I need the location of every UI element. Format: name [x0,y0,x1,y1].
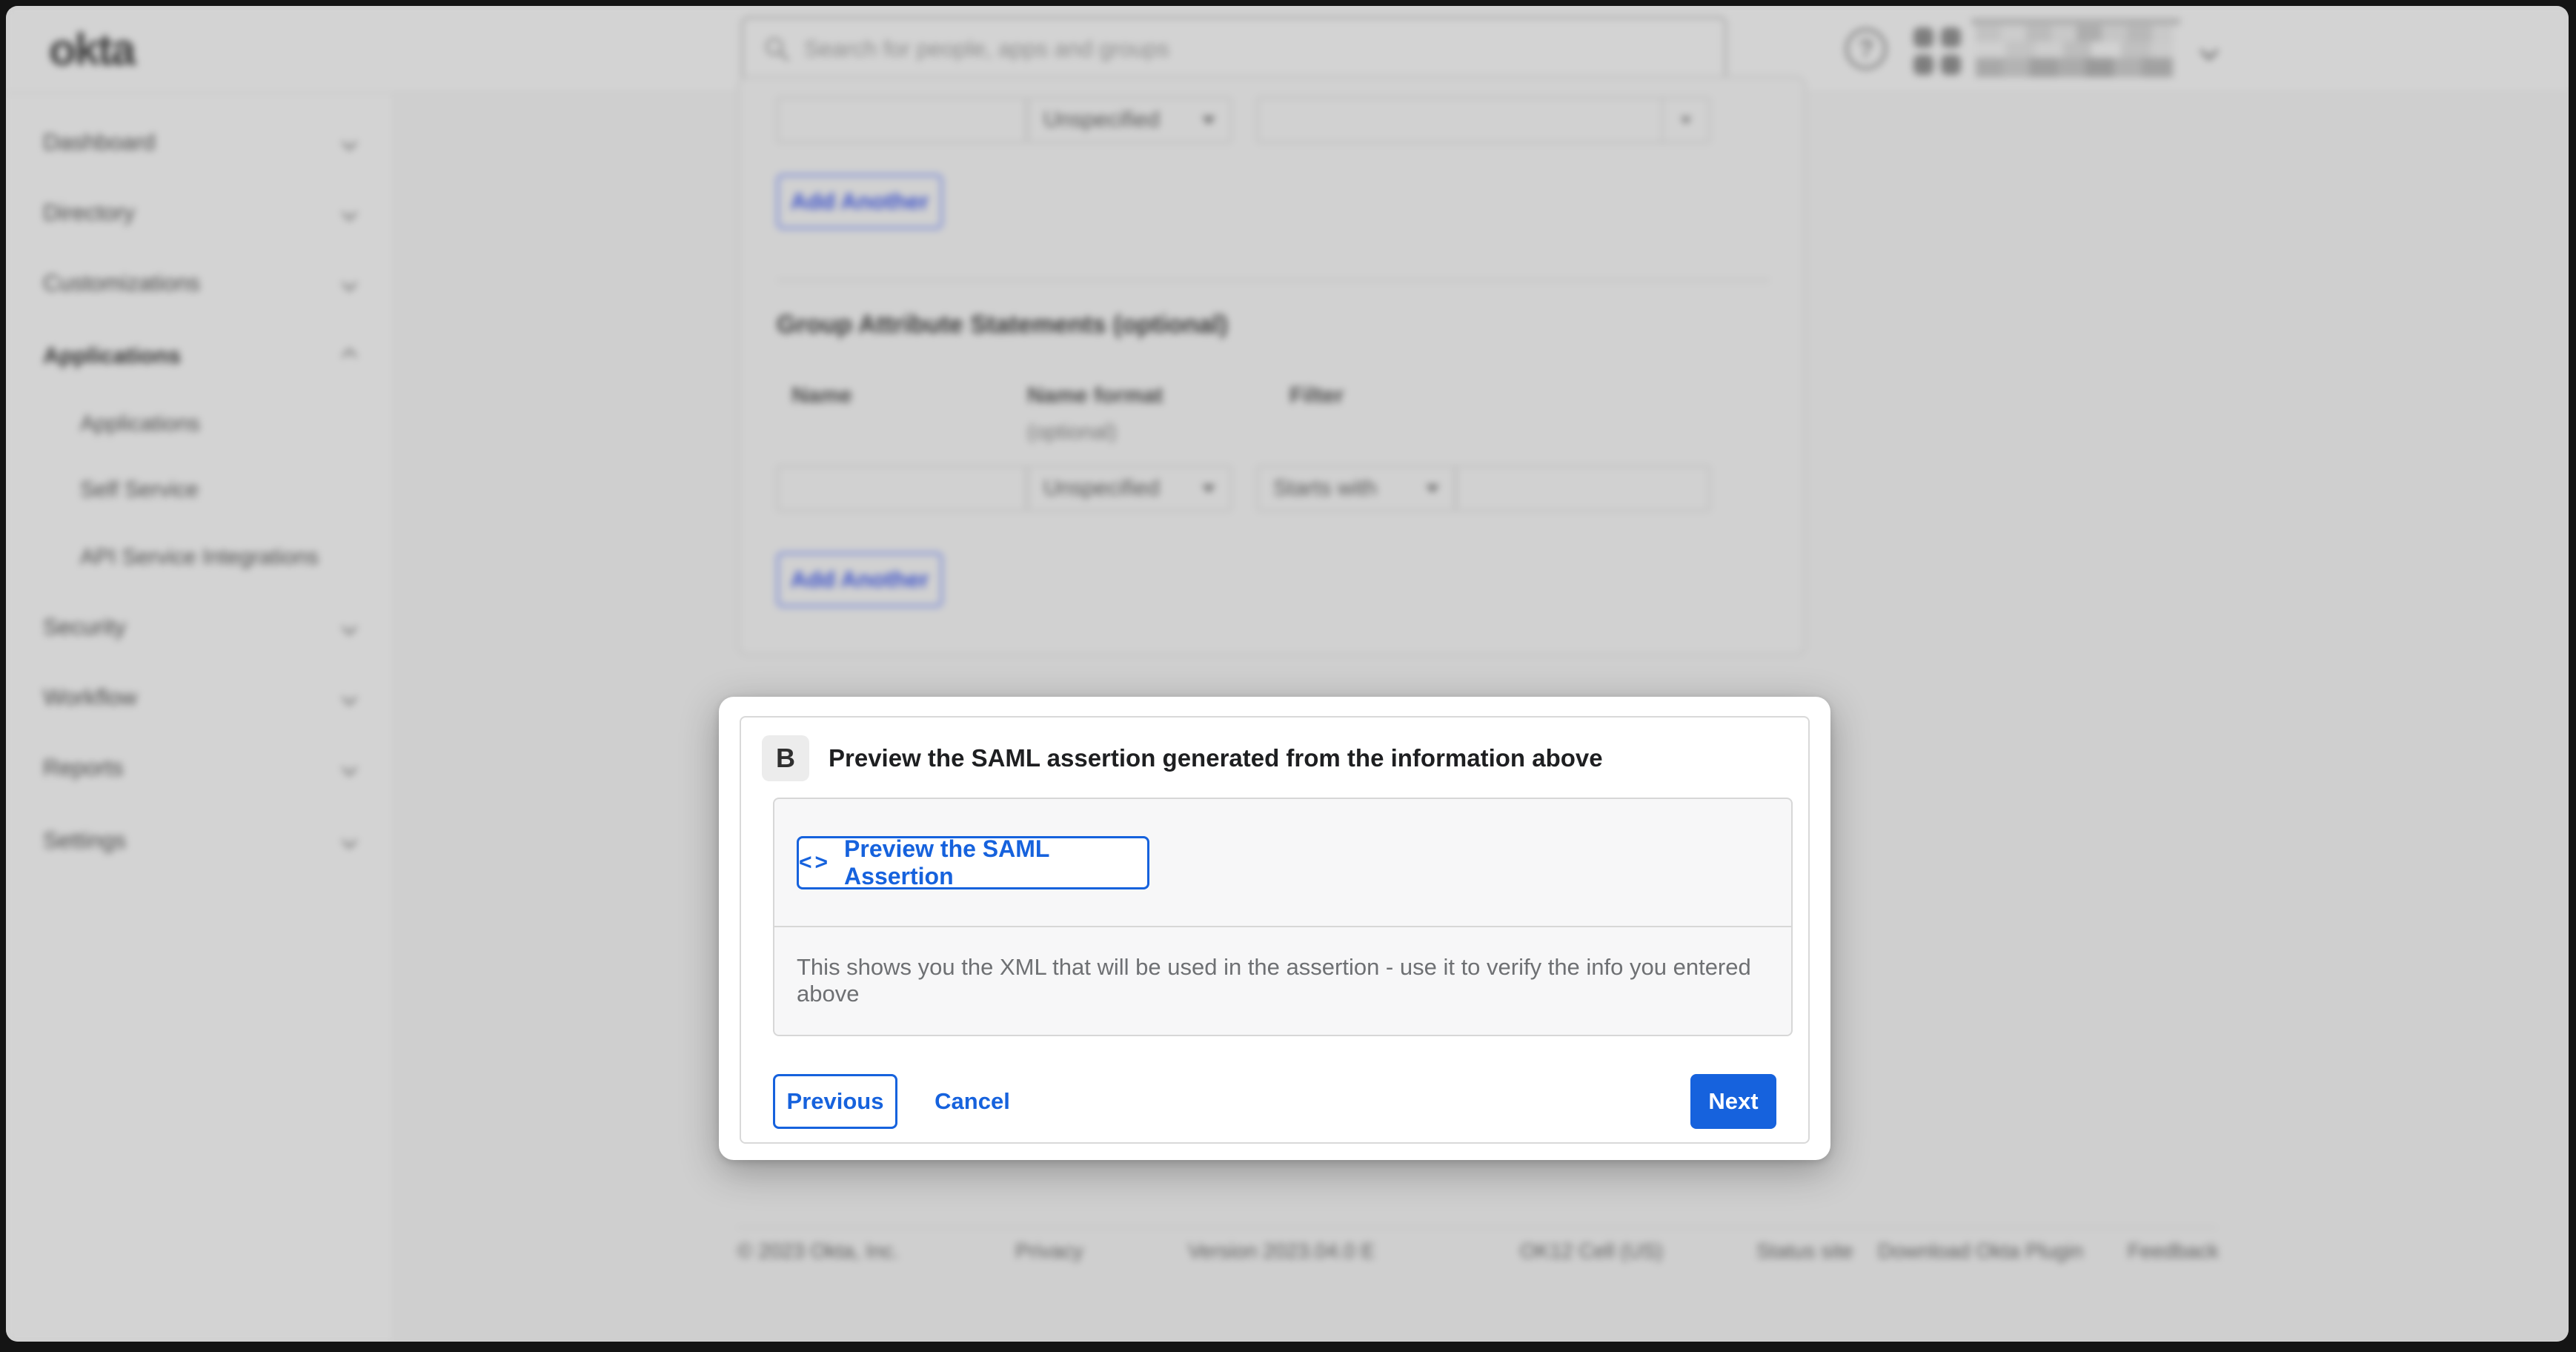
grid-square [1913,55,1933,75]
section-divider [777,279,1770,281]
redacted-username [1976,25,2173,77]
grid-square [1941,27,1961,47]
column-header-name: Name [791,383,852,408]
chevron-down-icon [342,275,357,291]
step-badge: B [762,735,809,781]
sidebar-item-reports[interactable]: Reports [6,751,394,785]
combobox-dropdown-button[interactable] [1662,99,1709,142]
cancel-button[interactable]: Cancel [928,1074,1017,1129]
attribute-name-input[interactable] [777,97,1027,143]
attribute-value-combobox[interactable] [1257,97,1710,143]
preview-description: This shows you the XML that will be used… [797,954,1791,1007]
next-button[interactable]: Next [1690,1074,1776,1129]
saml-settings-form-panel: Unspecified Add Another Group Attribute … [737,76,1806,656]
caret-down-icon [1202,485,1215,493]
chevron-down-icon [2200,42,2218,60]
add-another-button[interactable]: Add Another [777,552,943,607]
code-icon: <> [799,850,831,875]
caret-down-icon [1426,485,1439,493]
group-attribute-statements-heading: Group Attribute Statements (optional) [777,311,1228,339]
sidebar-item-customizations[interactable]: Customizations [6,266,394,300]
caret-down-icon [1202,116,1215,125]
sidebar-nav: Dashboard Directory Customizations Appli… [6,93,394,1342]
sidebar-subitem-self-service[interactable]: Self Service [6,474,394,506]
saml-preview-step-card: B Preview the SAML assertion generated f… [719,697,1830,1160]
group-name-format-select[interactable]: Unspecified [1027,465,1232,511]
footer-link-status-site[interactable]: Status site [1756,1239,1853,1263]
preview-section: <> Preview the SAML Assertion This shows… [773,798,1793,1036]
apps-grid-icon[interactable] [1913,27,1961,75]
preview-description-area: This shows you the XML that will be used… [774,927,1791,1033]
search-input[interactable] [804,36,1705,62]
footer-link-feedback[interactable]: Feedback [2128,1239,2219,1263]
group-filter-value-input[interactable] [1455,465,1710,511]
sidebar-subitem-api-service-integrations[interactable]: API Service Integrations [6,541,394,574]
browser-viewport: okta ? [6,6,2569,1342]
column-header-name-format: Name format [1027,383,1163,408]
column-header-filter: Filter [1289,383,1344,408]
sidebar-item-settings[interactable]: Settings [6,824,394,858]
chevron-down-icon [342,619,357,634]
screen: okta ? [0,0,2576,1352]
footer-cell: OK12 Cell (US) [1520,1239,1663,1263]
add-another-button[interactable]: Add Another [777,174,943,229]
step-title: Preview the SAML assertion generated fro… [829,735,1603,781]
previous-button[interactable]: Previous [773,1074,897,1129]
footer-version: Version 2023.04.0 E [1188,1239,1375,1263]
help-icon[interactable]: ? [1845,28,1887,70]
sidebar-item-directory[interactable]: Directory [6,196,394,230]
chevron-down-icon [342,134,357,150]
global-search[interactable] [741,16,1727,82]
chevron-down-icon [342,832,357,848]
grid-square [1941,55,1961,75]
saml-preview-step-inner: B Preview the SAML assertion generated f… [740,716,1810,1144]
preview-button-area: <> Preview the SAML Assertion [774,799,1791,927]
chevron-up-icon [342,348,357,363]
footer-link-download-okta-plugin[interactable]: Download Okta Plugin [1878,1239,2083,1263]
search-icon [763,35,791,63]
user-account-menu[interactable] [1976,19,2216,83]
group-name-input[interactable] [777,465,1027,511]
footer-divider [737,1227,2217,1228]
footer-copyright: © 2023 Okta, Inc. [737,1239,899,1263]
group-filter-type-select[interactable]: Starts with [1257,465,1455,511]
okta-logo: okta [49,24,134,75]
column-header-optional-note: (optional) [1027,420,1117,445]
preview-saml-assertion-button[interactable]: <> Preview the SAML Assertion [797,836,1149,889]
caret-down-icon [1681,117,1691,124]
grid-square [1913,27,1933,47]
footer-link-privacy[interactable]: Privacy [1015,1239,1083,1263]
chevron-down-icon [342,205,357,220]
sidebar-item-applications[interactable]: Applications [6,339,394,373]
chevron-down-icon [342,760,357,775]
sidebar-item-security[interactable]: Security [6,610,394,644]
sidebar-item-dashboard[interactable]: Dashboard [6,125,394,159]
attribute-name-format-select[interactable]: Unspecified [1027,97,1232,143]
chevron-down-icon [342,689,357,705]
sidebar-item-workflow[interactable]: Workflow [6,680,394,715]
sidebar-subitem-applications[interactable]: Applications [6,408,394,440]
